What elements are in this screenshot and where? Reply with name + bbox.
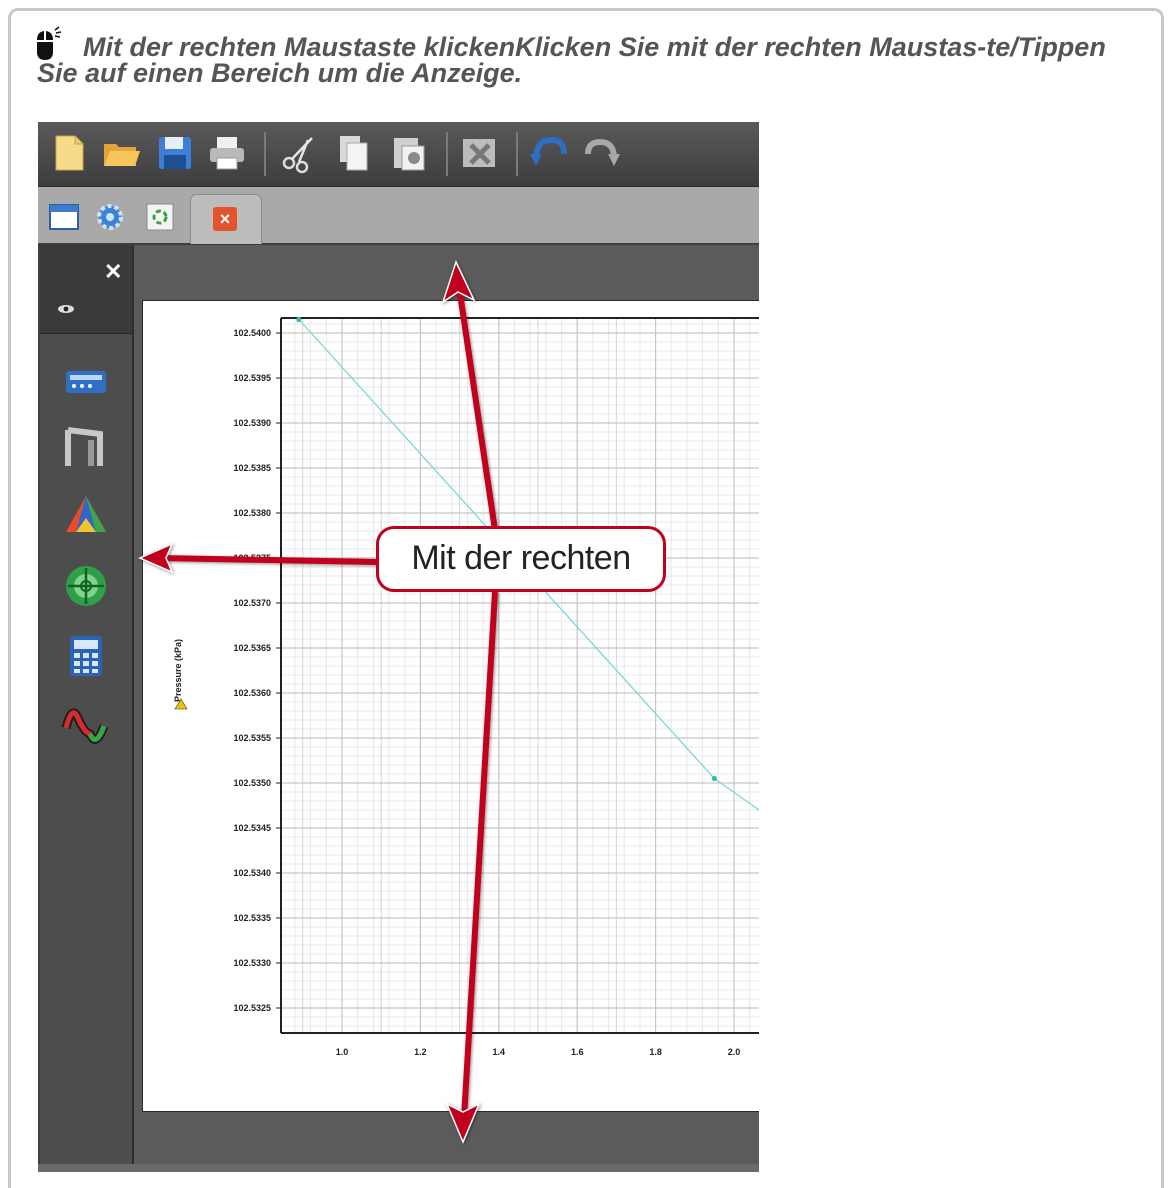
callout-box: Mit der rechten	[376, 526, 666, 592]
arrow-down	[461, 591, 498, 1119]
callout-text: Mit der rechten	[411, 539, 631, 577]
arrow-up	[455, 279, 498, 531]
arrow-left	[159, 555, 379, 565]
